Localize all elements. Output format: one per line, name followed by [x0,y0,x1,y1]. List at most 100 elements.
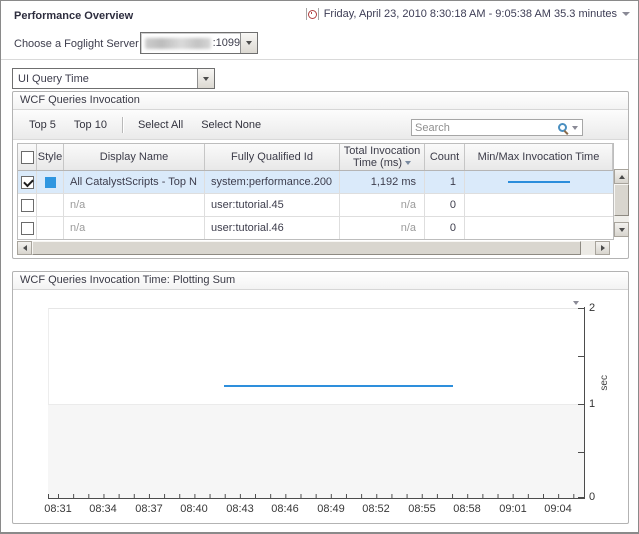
horizontal-scrollbar-track[interactable] [581,241,595,255]
column-header-total-time[interactable]: Total Invocation Time (ms) [340,144,425,170]
search-options-chevron-icon[interactable] [572,126,578,130]
arrow-up-icon [619,175,625,179]
header-divider [1,59,638,60]
time-range-label: Friday, April 23, 2010 8:30:18 AM - 9:05… [324,8,617,20]
panel-title: WCF Queries Invocation [13,92,628,110]
server-name-redacted [145,38,211,49]
display-name-cell: All CatalystScripts - Top N [64,171,205,193]
x-axis-label: 08:43 [226,503,254,515]
chart-options-menu-icon[interactable] [569,292,583,304]
table-row[interactable]: n/a user:tutorial.45 n/a 0 [18,194,613,217]
minmax-sparkline [508,181,570,183]
display-name-cell: n/a [64,194,205,216]
total-time-cell: 1,192 ms [340,171,425,193]
table-row[interactable]: n/a user:tutorial.46 n/a 0 [18,217,613,239]
total-time-cell: n/a [340,217,425,239]
vertical-scrollbar[interactable] [614,169,629,237]
time-plot-chart: 2 1 0 sec 08:31 08:34 08:37 08:40 08:43 … [13,291,628,523]
minmax-cell [465,217,613,239]
wcf-queries-invocation-panel: WCF Queries Invocation Top 5 Top 10 Sele… [12,91,629,259]
x-axis-label: 08:46 [271,503,299,515]
table-header-row: Style Display Name Fully Qualified Id To… [18,144,613,171]
x-axis-label: 08:31 [44,503,72,515]
server-select-arrow-button[interactable] [240,33,257,53]
panel-title: WCF Queries Invocation Time: Plotting Su… [13,272,628,290]
horizontal-scrollbar-thumb[interactable] [32,241,581,255]
fqid-cell: system:performance.200 [205,171,340,193]
y-tick [578,452,585,453]
metric-select-arrow-button[interactable] [197,69,214,88]
display-name-cell: n/a [64,217,205,239]
column-header-style[interactable]: Style [37,144,64,170]
row-checkbox[interactable] [21,199,34,212]
performance-overview-page: Performance Overview Friday, April 23, 2… [0,0,639,534]
server-select[interactable]: :1099 [140,32,258,54]
y-tick [578,308,585,309]
scroll-left-button[interactable] [17,241,32,255]
x-axis-edge-tick [48,494,49,498]
search-box[interactable] [411,119,583,136]
series-line-all-catalystscripts [224,385,453,387]
time-range-selector[interactable]: Friday, April 23, 2010 8:30:18 AM - 9:05… [306,8,630,20]
arrow-down-icon [619,228,625,232]
column-header-count[interactable]: Count [425,144,465,170]
vertical-scrollbar-thumb[interactable] [614,184,629,216]
top10-button[interactable]: Top 10 [65,114,116,136]
y-tick [578,404,585,405]
metric-select-value: UI Query Time [18,73,89,85]
count-cell: 0 [425,194,465,216]
y-tick [578,356,585,357]
header-checkbox[interactable] [21,151,34,164]
y-tick [578,497,585,498]
x-axis-label: 08:55 [408,503,436,515]
y-axis-label: 2 [589,302,595,314]
row-checkbox[interactable] [21,176,34,189]
minmax-cell [465,194,613,216]
server-chooser-label: Choose a Foglight Server [14,38,139,50]
x-axis-minor-ticks [48,494,585,498]
sort-desc-icon [405,161,411,165]
search-input[interactable] [412,121,557,134]
metric-select[interactable]: UI Query Time [12,68,215,89]
search-icon[interactable] [557,122,569,134]
chevron-down-icon [622,12,630,16]
count-cell: 0 [425,217,465,239]
x-axis-label: 08:52 [362,503,390,515]
count-cell: 1 [425,171,465,193]
arrow-left-icon [23,245,27,251]
y-axis-label: 0 [589,491,595,503]
x-axis-label: 08:49 [317,503,345,515]
column-header-minmax[interactable]: Min/Max Invocation Time [465,144,613,170]
column-header-display-name[interactable]: Display Name [64,144,205,170]
horizontal-scrollbar[interactable] [17,241,610,255]
minmax-cell [465,171,613,193]
series-color-swatch [45,177,56,188]
plot-band-0-1 [48,404,584,498]
fqid-cell: user:tutorial.46 [205,217,340,239]
scroll-right-button[interactable] [595,241,610,255]
select-all-button[interactable]: Select All [129,114,192,136]
arrow-right-icon [601,245,605,251]
total-time-cell: n/a [340,194,425,216]
chevron-down-icon [573,301,579,305]
server-port: :1099 [213,37,241,49]
toolbar-divider [122,117,123,133]
top5-button[interactable]: Top 5 [20,114,65,136]
fqid-cell: user:tutorial.45 [205,194,340,216]
x-axis-label: 09:04 [544,503,572,515]
scroll-up-button[interactable] [614,169,629,184]
y-axis-label: 1 [589,398,595,410]
select-none-button[interactable]: Select None [192,114,270,136]
page-title: Performance Overview [14,10,133,22]
queries-table: Style Display Name Fully Qualified Id To… [17,143,614,240]
y-axis-line [584,307,585,498]
table-row[interactable]: All CatalystScripts - Top N system:perfo… [18,171,613,194]
column-header-fqid[interactable]: Fully Qualified Id [205,144,340,170]
x-axis-label: 08:34 [89,503,117,515]
select-all-checkbox-cell[interactable] [18,144,37,170]
scroll-down-button[interactable] [614,222,629,237]
y-axis-unit: sec [599,375,610,391]
x-axis-label: 08:37 [135,503,163,515]
row-checkbox[interactable] [21,222,34,235]
x-axis-label: 09:01 [499,503,527,515]
